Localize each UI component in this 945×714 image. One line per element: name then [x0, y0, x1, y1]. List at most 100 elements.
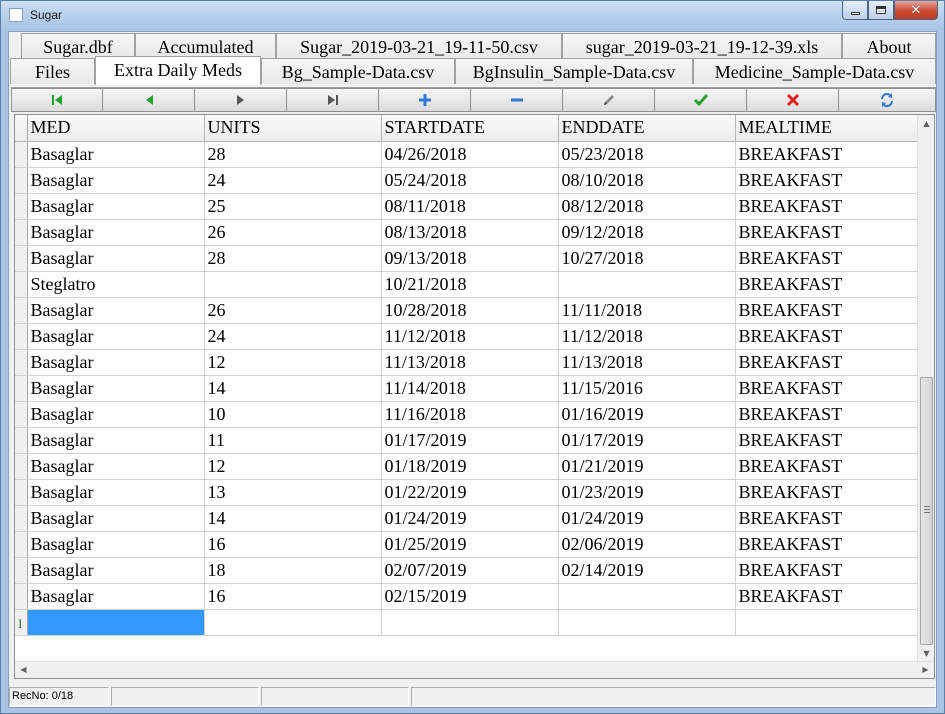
cell-med[interactable]: Steglatro: [27, 271, 205, 298]
cell-enddate[interactable]: 10/27/2018: [558, 245, 736, 272]
cell-med[interactable]: Basaglar: [27, 297, 205, 324]
cell-units[interactable]: 16: [204, 531, 382, 558]
row-indicator[interactable]: [15, 427, 28, 454]
cell-mealtime[interactable]: BREAKFAST: [735, 427, 918, 454]
tab-medicine-sample-data[interactable]: Medicine_Sample-Data.csv: [693, 58, 936, 84]
table-row[interactable]: Basaglar 16 01/25/2019 02/06/2019 BREAKFAST: [15, 531, 918, 558]
row-indicator[interactable]: [15, 349, 28, 376]
cell-enddate[interactable]: 08/10/2018: [558, 167, 736, 194]
row-indicator[interactable]: [15, 583, 28, 610]
next-record-button[interactable]: [195, 88, 287, 112]
row-indicator[interactable]: [15, 479, 28, 506]
prior-record-button[interactable]: [103, 88, 195, 112]
cell-units[interactable]: 11: [204, 427, 382, 454]
data-grid[interactable]: MED UNITS STARTDATE ENDDATE MEALTIME Bas…: [14, 114, 935, 679]
table-row[interactable]: Basaglar 26 10/28/2018 11/11/2018 BREAKFAST: [15, 297, 918, 324]
cell-med[interactable]: Basaglar: [27, 453, 205, 480]
cell-units[interactable]: 18: [204, 557, 382, 584]
table-row[interactable]: Basaglar 16 02/15/2019 BREAKFAST: [15, 583, 918, 610]
cell-startdate[interactable]: 01/17/2019: [381, 427, 559, 454]
cell-startdate[interactable]: 10/21/2018: [381, 271, 559, 298]
tab-bg-sample-data[interactable]: Bg_Sample-Data.csv: [261, 58, 455, 84]
cell-enddate[interactable]: 08/12/2018: [558, 193, 736, 220]
table-row[interactable]: Basaglar 14 01/24/2019 01/24/2019 BREAKFAST: [15, 505, 918, 532]
cell-med[interactable]: Basaglar: [27, 349, 205, 376]
cell-med[interactable]: Basaglar: [27, 219, 205, 246]
table-row[interactable]: Basaglar 14 11/14/2018 11/15/2016 BREAKFAST: [15, 375, 918, 402]
cell-med[interactable]: Basaglar: [27, 323, 205, 350]
column-header-startdate[interactable]: STARTDATE: [381, 115, 559, 142]
cell-mealtime[interactable]: BREAKFAST: [735, 297, 918, 324]
cell-startdate[interactable]: 01/25/2019: [381, 531, 559, 558]
row-indicator[interactable]: [15, 193, 28, 220]
cell-units[interactable]: 14: [204, 375, 382, 402]
tab-sugar-xls[interactable]: sugar_2019-03-21_19-12-39.xls: [562, 33, 842, 59]
table-row[interactable]: Basaglar 24 11/12/2018 11/12/2018 BREAKFAST: [15, 323, 918, 350]
cell-enddate[interactable]: 01/24/2019: [558, 505, 736, 532]
table-row[interactable]: Basaglar 28 09/13/2018 10/27/2018 BREAKFAST: [15, 245, 918, 272]
cell-units[interactable]: 24: [204, 323, 382, 350]
cell-units[interactable]: 25: [204, 193, 382, 220]
row-indicator[interactable]: [15, 557, 28, 584]
cell-mealtime[interactable]: BREAKFAST: [735, 479, 918, 506]
cell-mealtime[interactable]: BREAKFAST: [735, 167, 918, 194]
row-indicator[interactable]: [15, 453, 28, 480]
row-indicator[interactable]: [15, 401, 28, 428]
cell-units[interactable]: 16: [204, 583, 382, 610]
cell-startdate[interactable]: 04/26/2018: [381, 141, 559, 168]
cell-enddate[interactable]: 11/12/2018: [558, 323, 736, 350]
cell-med[interactable]: Basaglar: [27, 557, 205, 584]
cell-units[interactable]: 12: [204, 349, 382, 376]
row-indicator[interactable]: [15, 271, 28, 298]
cell-med[interactable]: Basaglar: [27, 531, 205, 558]
cell-enddate[interactable]: 01/16/2019: [558, 401, 736, 428]
cell-mealtime[interactable]: BREAKFAST: [735, 349, 918, 376]
table-row[interactable]: Basaglar 10 11/16/2018 01/16/2019 BREAKFAST: [15, 401, 918, 428]
table-row[interactable]: Basaglar 12 01/18/2019 01/21/2019 BREAKFAST: [15, 453, 918, 480]
row-indicator[interactable]: I: [15, 609, 28, 636]
scroll-right-icon[interactable]: ▶: [917, 662, 934, 678]
cell-units[interactable]: 10: [204, 401, 382, 428]
cell-mealtime[interactable]: BREAKFAST: [735, 193, 918, 220]
cell-med[interactable]: Basaglar: [27, 583, 205, 610]
cell-enddate[interactable]: 01/17/2019: [558, 427, 736, 454]
column-header-enddate[interactable]: ENDDATE: [558, 115, 736, 142]
cell-units[interactable]: [204, 271, 382, 298]
cell-startdate[interactable]: 08/11/2018: [381, 193, 559, 220]
cell-mealtime[interactable]: BREAKFAST: [735, 375, 918, 402]
title-bar[interactable]: Sugar ✕: [1, 1, 944, 31]
horizontal-scrollbar[interactable]: ◀ ▶: [15, 661, 934, 678]
insert-record-button[interactable]: [379, 88, 471, 112]
cell-units[interactable]: 26: [204, 297, 382, 324]
row-indicator[interactable]: [15, 219, 28, 246]
cell-enddate[interactable]: [558, 609, 736, 636]
row-indicator[interactable]: [15, 505, 28, 532]
table-row[interactable]: Basaglar 11 01/17/2019 01/17/2019 BREAKFAST: [15, 427, 918, 454]
row-indicator[interactable]: [15, 323, 28, 350]
tab-extra-daily-meds[interactable]: Extra Daily Meds: [95, 56, 261, 85]
row-indicator[interactable]: [15, 375, 28, 402]
cell-startdate[interactable]: 02/07/2019: [381, 557, 559, 584]
cell-med[interactable]: Basaglar: [27, 479, 205, 506]
cell-startdate[interactable]: 05/24/2018: [381, 167, 559, 194]
column-header-mealtime[interactable]: MEALTIME: [735, 115, 918, 142]
table-row[interactable]: Steglatro 10/21/2018 BREAKFAST: [15, 271, 918, 298]
cancel-record-button[interactable]: [747, 88, 839, 112]
cell-mealtime[interactable]: BREAKFAST: [735, 141, 918, 168]
table-row[interactable]: Basaglar 28 04/26/2018 05/23/2018 BREAKFAST: [15, 141, 918, 168]
cell-startdate[interactable]: 01/18/2019: [381, 453, 559, 480]
table-row[interactable]: Basaglar 24 05/24/2018 08/10/2018 BREAKFAST: [15, 167, 918, 194]
cell-mealtime[interactable]: BREAKFAST: [735, 323, 918, 350]
delete-record-button[interactable]: [471, 88, 563, 112]
row-indicator[interactable]: [15, 245, 28, 272]
cell-enddate[interactable]: 01/21/2019: [558, 453, 736, 480]
cell-startdate[interactable]: 09/13/2018: [381, 245, 559, 272]
table-row[interactable]: Basaglar 25 08/11/2018 08/12/2018 BREAKFAST: [15, 193, 918, 220]
table-row[interactable]: Basaglar 26 08/13/2018 09/12/2018 BREAKFAST: [15, 219, 918, 246]
cell-med[interactable]: Basaglar: [27, 427, 205, 454]
cell-enddate[interactable]: 05/23/2018: [558, 141, 736, 168]
cell-med[interactable]: Basaglar: [27, 167, 205, 194]
cell-mealtime[interactable]: BREAKFAST: [735, 505, 918, 532]
table-row[interactable]: Basaglar 13 01/22/2019 01/23/2019 BREAKFAST: [15, 479, 918, 506]
cell-startdate[interactable]: 01/24/2019: [381, 505, 559, 532]
